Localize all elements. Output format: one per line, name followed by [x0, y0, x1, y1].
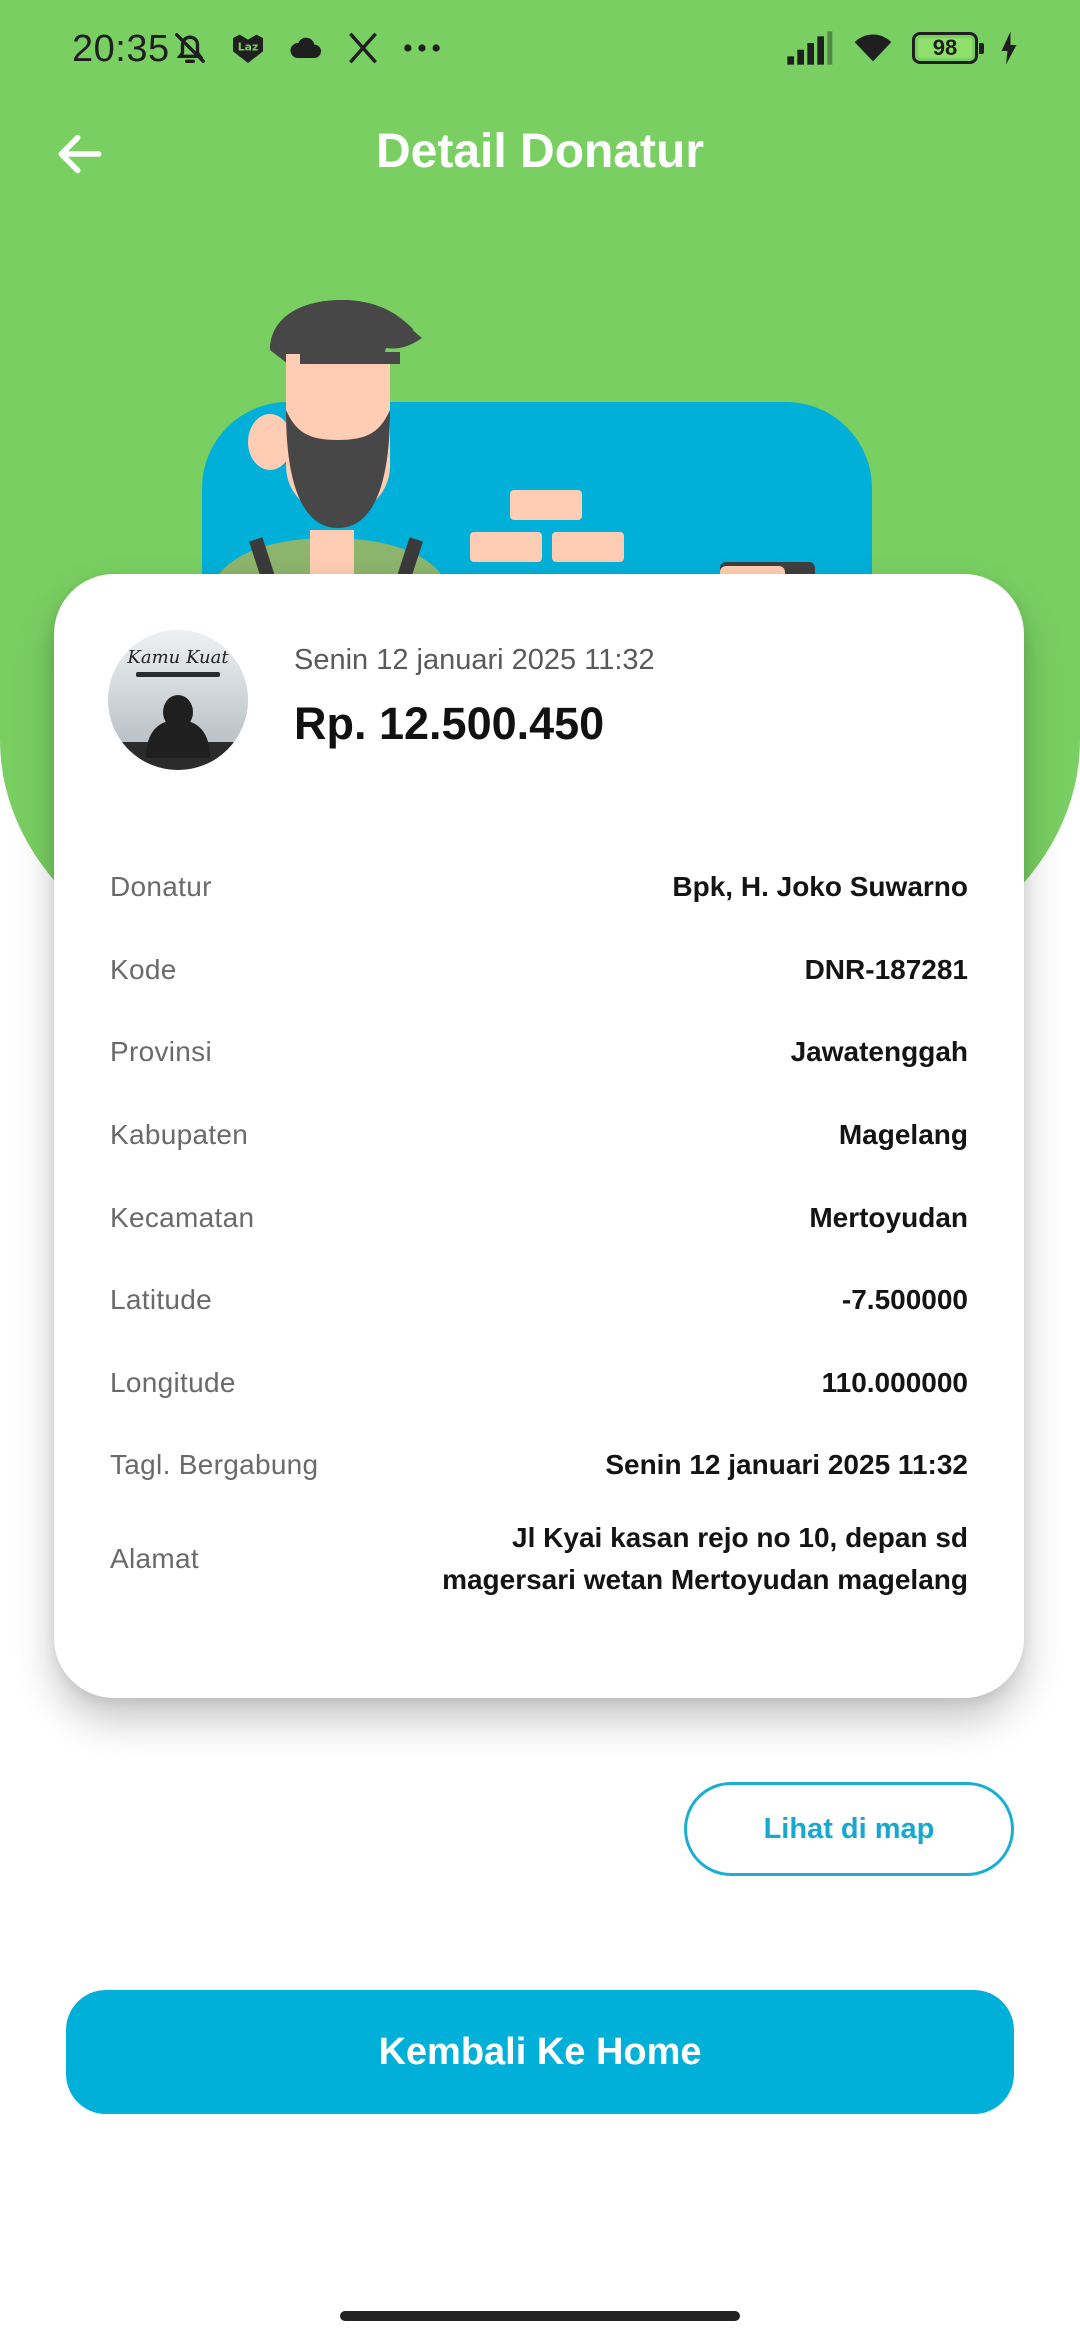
status-system-icons: 98: [784, 28, 1020, 68]
status-bar: 20:35 Laz 98: [0, 0, 1080, 100]
detail-row-kode: Kode DNR-187281: [110, 929, 968, 1012]
detail-row-donatur: Donatur Bpk, H. Joko Suwarno: [110, 846, 968, 929]
detail-label: Alamat: [110, 1542, 199, 1574]
donation-date: Senin 12 januari 2025 11:32: [294, 644, 655, 676]
detail-label: Kabupaten: [110, 1119, 249, 1151]
mute-bell-icon: [170, 28, 210, 68]
detail-row-kecamatan: Kecamatan Mertoyudan: [110, 1176, 968, 1259]
detail-list: Donatur Bpk, H. Joko Suwarno Kode DNR-18…: [110, 846, 968, 1611]
detail-value: Mertoyudan: [809, 1201, 968, 1233]
detail-value: DNR-187281: [804, 953, 968, 985]
detail-row-kabupaten: Kabupaten Magelang: [110, 1094, 968, 1177]
status-time: 20:35: [72, 28, 170, 70]
detail-label: Tagl. Bergabung: [110, 1449, 319, 1481]
detail-value: Jl Kyai kasan rejo no 10, depan sd mager…: [442, 1521, 968, 1595]
detail-value: Jawatenggah: [790, 1036, 968, 1068]
detail-row-latitude: Latitude -7.500000: [110, 1259, 968, 1342]
donor-avatar: Kamu Kuat: [108, 630, 248, 770]
detail-row-provinsi: Provinsi Jawatenggah: [110, 1011, 968, 1094]
detail-label: Longitude: [110, 1366, 236, 1398]
charging-bolt-icon: [998, 30, 1020, 66]
screen: 20:35 Laz 98 Detail Donatur Kamu Kuat Se…: [0, 0, 1080, 2340]
detail-value: Senin 12 januari 2025 11:32: [605, 1449, 968, 1481]
detail-value: 110.000000: [821, 1366, 968, 1398]
detail-label: Donatur: [110, 871, 212, 903]
more-dots-icon: [400, 28, 444, 68]
detail-value: -7.500000: [841, 1284, 968, 1316]
battery-percent: 98: [932, 35, 958, 60]
lazada-icon: Laz: [228, 28, 268, 68]
page-title: Detail Donatur: [375, 125, 705, 178]
detail-row-longitude: Longitude 110.000000: [110, 1342, 968, 1425]
detail-label: Latitude: [110, 1284, 213, 1316]
donation-amount: Rp. 12.500.450: [294, 698, 605, 749]
signal-icon: [784, 28, 834, 68]
status-notification-icons: Laz: [170, 28, 444, 68]
back-to-home-button[interactable]: Kembali Ke Home: [66, 1990, 1014, 2114]
x-app-icon: [344, 29, 382, 67]
detail-row-join-date: Tagl. Bergabung Senin 12 januari 2025 11…: [110, 1424, 968, 1507]
detail-label: Provinsi: [110, 1036, 212, 1068]
detail-value: Magelang: [838, 1119, 968, 1151]
detail-label: Kode: [110, 953, 177, 985]
cloud-icon: [286, 28, 326, 68]
detail-row-alamat: Alamat Jl Kyai kasan rejo no 10, depan s…: [110, 1507, 968, 1611]
donor-illustration: [202, 300, 872, 590]
home-indicator[interactable]: [340, 2311, 740, 2321]
battery-icon: 98: [912, 32, 984, 64]
detail-value: Bpk, H. Joko Suwarno: [672, 871, 968, 903]
svg-text:Laz: Laz: [238, 41, 259, 54]
detail-label: Kecamatan: [110, 1201, 255, 1233]
donor-detail-card: Kamu Kuat Senin 12 januari 2025 11:32 Rp…: [54, 574, 1024, 1698]
wifi-icon: [850, 28, 896, 68]
svg-text:Kamu Kuat: Kamu Kuat: [126, 647, 229, 668]
view-on-map-button[interactable]: Lihat di map: [684, 1782, 1014, 1876]
